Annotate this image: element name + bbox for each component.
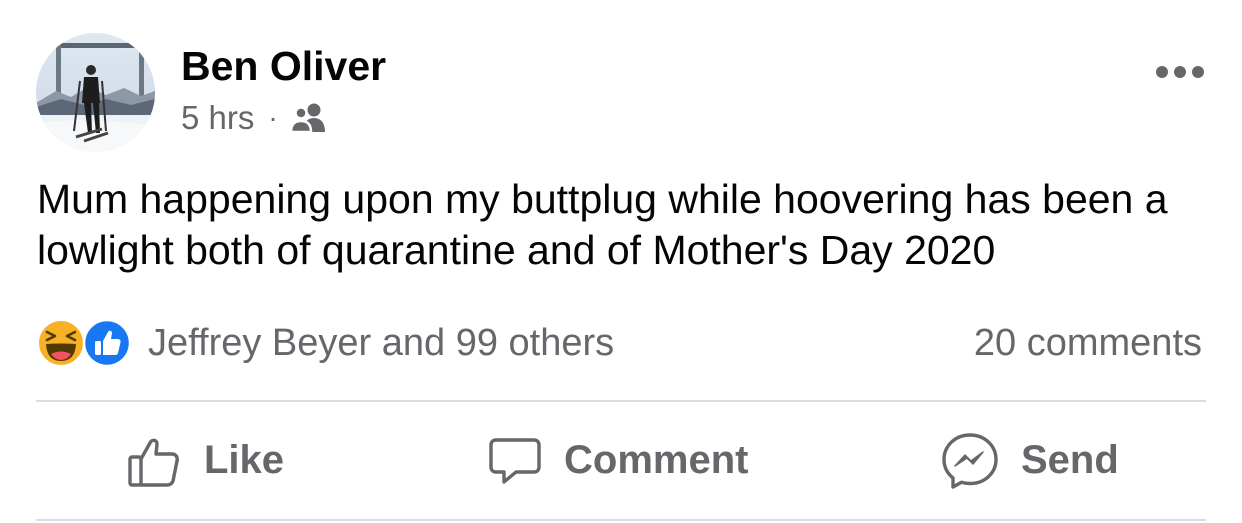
divider	[36, 519, 1206, 521]
more-options-button[interactable]	[1152, 58, 1208, 86]
reactions-summary[interactable]: Jeffrey Beyer and 99 others	[36, 317, 614, 369]
meta-separator: ·	[268, 102, 278, 133]
action-bar: Like Comment Send	[36, 402, 1206, 519]
comment-label: Comment	[564, 438, 749, 482]
like-button[interactable]: Like	[126, 402, 284, 519]
comment-button[interactable]: Comment	[486, 402, 748, 519]
messenger-icon	[942, 432, 998, 489]
avatar-photo	[36, 33, 155, 152]
like-label: Like	[204, 438, 285, 482]
feed-post: Ben Oliver 5 hrs · Mum happening upon my…	[0, 0, 1242, 523]
send-label: Send	[1021, 438, 1119, 482]
like-reaction-icon	[82, 318, 132, 368]
author-name[interactable]: Ben Oliver	[181, 42, 386, 90]
more-horizontal-icon	[1156, 66, 1204, 78]
avatar[interactable]	[36, 33, 155, 152]
friends-icon[interactable]	[289, 102, 328, 134]
post-timestamp[interactable]: 5 hrs	[181, 99, 254, 137]
comment-bubble-icon	[489, 437, 541, 484]
reactors-summary-text[interactable]: Jeffrey Beyer and 99 others	[148, 322, 614, 365]
haha-reaction-icon	[36, 318, 86, 368]
comments-count[interactable]: 20 comments	[974, 317, 1202, 369]
post-text: Mum happening upon my buttplug while hoo…	[37, 176, 1168, 273]
thumbs-up-icon	[128, 438, 179, 487]
post-meta: 5 hrs ·	[181, 98, 328, 138]
send-button[interactable]: Send	[939, 402, 1119, 519]
